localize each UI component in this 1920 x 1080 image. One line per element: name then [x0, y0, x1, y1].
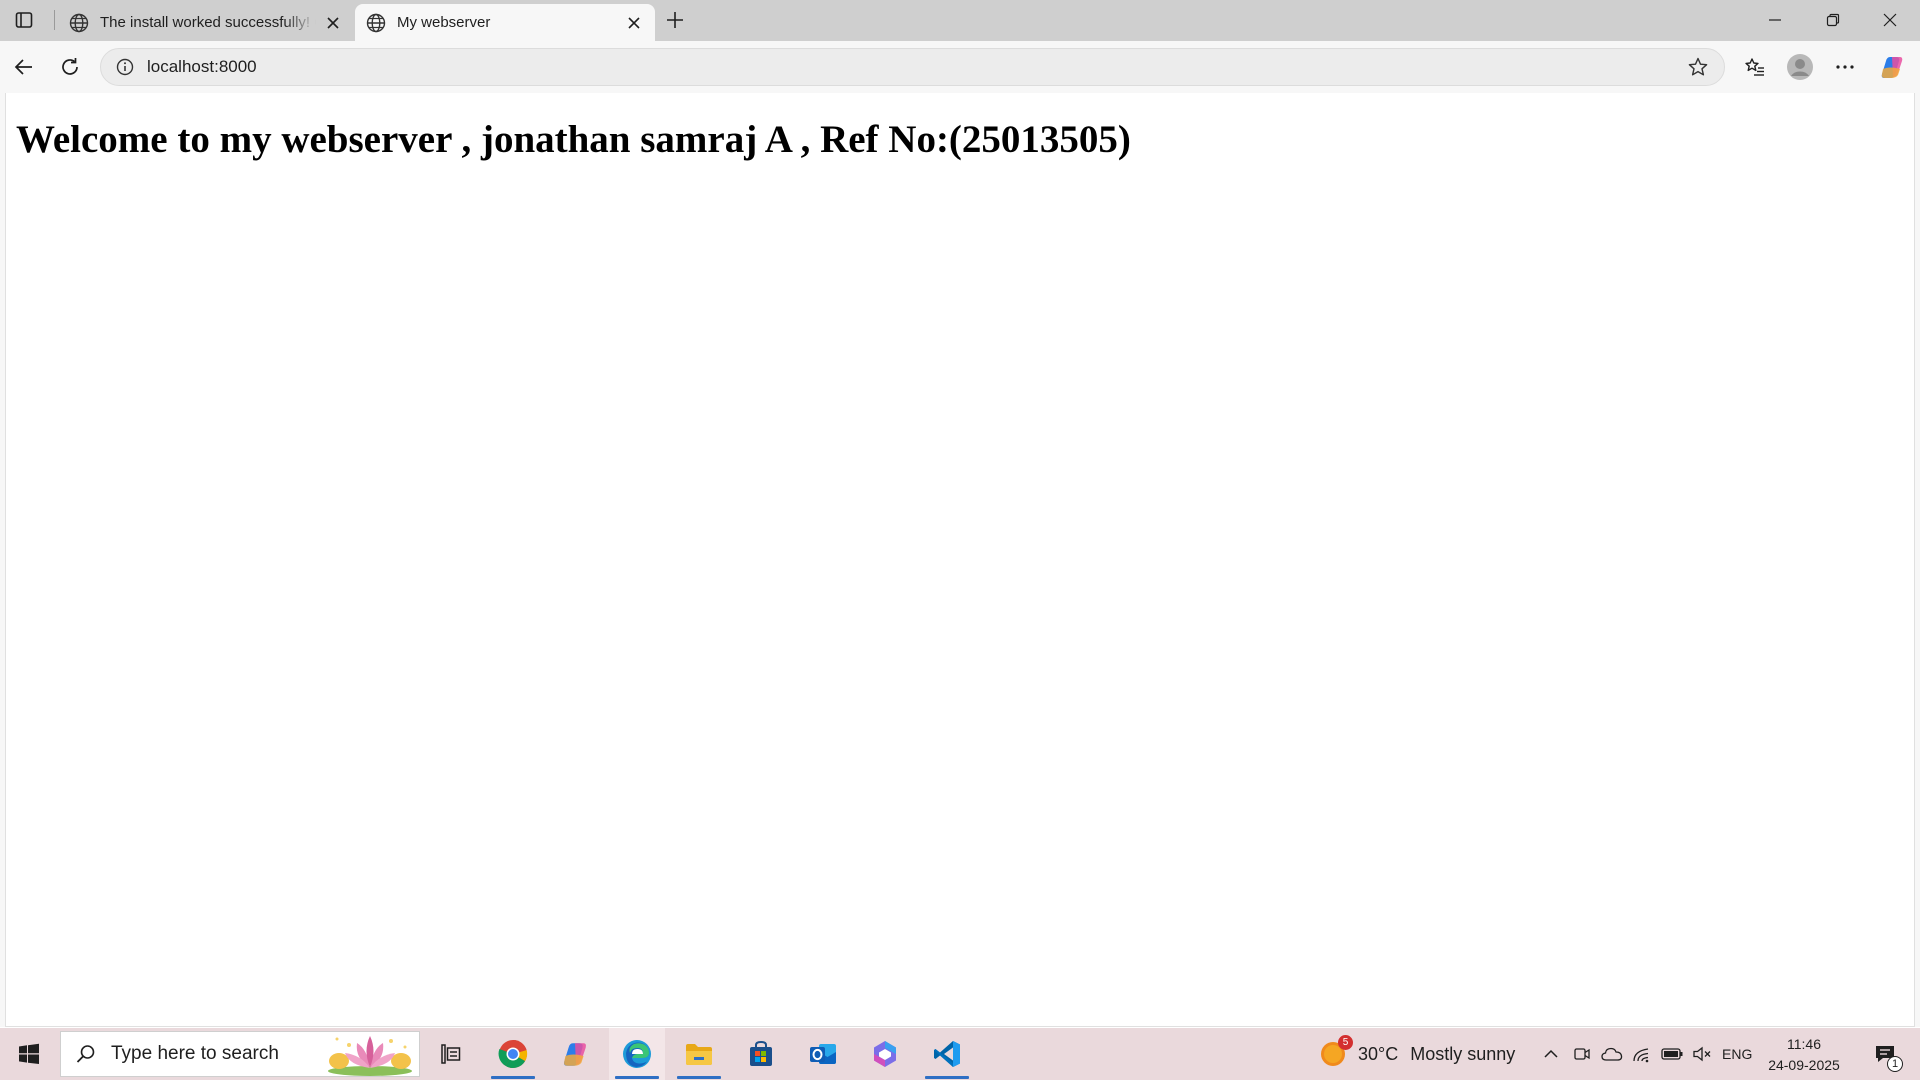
taskbar-app-microsoft-store[interactable] [733, 1028, 789, 1080]
minimize-button[interactable] [1747, 0, 1803, 40]
favorite-button[interactable] [1678, 49, 1718, 85]
taskbar-app-vscode[interactable] [919, 1028, 975, 1080]
taskbar-app-outlook[interactable] [795, 1028, 851, 1080]
page-heading: Welcome to my webserver , jonathan samra… [16, 118, 1131, 161]
task-view-button[interactable] [423, 1028, 479, 1080]
notification-count-badge: 1 [1887, 1056, 1903, 1072]
globe-icon [69, 13, 89, 32]
restore-button[interactable] [1805, 0, 1861, 40]
weather-widget[interactable]: 5 30°C Mostly sunny [1318, 1028, 1515, 1080]
taskbar-app-edge[interactable] [609, 1028, 665, 1080]
page-viewport: Welcome to my webserver , jonathan samra… [5, 93, 1915, 1027]
clock-time: 11:46 [1787, 1036, 1821, 1052]
microsoft-store-icon [750, 1040, 772, 1066]
vscode-icon [934, 1041, 960, 1067]
battery-icon [1661, 1048, 1683, 1060]
close-window-button[interactable] [1862, 0, 1918, 40]
minimize-icon [1769, 19, 1781, 21]
more-dots-icon [1836, 65, 1854, 69]
show-hidden-icons-button[interactable] [1536, 1028, 1566, 1080]
onedrive-cloud-icon [1601, 1047, 1623, 1061]
meet-now-tray-button[interactable] [1568, 1028, 1596, 1080]
file-explorer-icon [686, 1044, 712, 1065]
close-icon [1883, 13, 1897, 27]
favorites-list-icon [1745, 58, 1764, 76]
close-tab-button[interactable] [623, 12, 645, 34]
star-icon [1688, 57, 1708, 76]
network-tray-button[interactable] [1628, 1028, 1656, 1080]
copilot-icon [1881, 57, 1903, 78]
windows-taskbar: Type here to search 5 30°C Mostly sunny … [0, 1028, 1920, 1080]
profile-button[interactable] [1782, 49, 1818, 85]
weather-condition: Mostly sunny [1410, 1043, 1516, 1064]
windows-logo-icon [19, 1043, 39, 1064]
address-bar[interactable]: localhost:8000 [100, 48, 1725, 86]
meet-now-icon [1574, 1048, 1590, 1060]
volume-tray-button[interactable] [1688, 1028, 1716, 1080]
back-button[interactable] [6, 49, 42, 85]
refresh-button[interactable] [52, 49, 88, 85]
info-icon [116, 58, 134, 76]
copilot-sidebar-button[interactable] [1874, 49, 1910, 85]
url-text[interactable]: localhost:8000 [145, 57, 1678, 77]
battery-tray-button[interactable] [1658, 1028, 1686, 1080]
chrome-icon [498, 1039, 528, 1069]
tab-title: The install worked successfully! Congrat… [100, 14, 316, 31]
input-language-indicator[interactable]: ENG [1722, 1028, 1752, 1080]
new-tab-button[interactable] [660, 6, 690, 34]
copilot-icon [564, 1043, 586, 1066]
close-icon [327, 16, 339, 29]
taskbar-app-copilot[interactable] [547, 1028, 603, 1080]
close-tab-button[interactable] [322, 12, 344, 34]
tab-actions-button[interactable] [8, 6, 40, 34]
restore-icon [1826, 13, 1840, 27]
tab-actions-icon [15, 12, 33, 28]
site-info-button[interactable] [105, 49, 145, 85]
search-icon [61, 1043, 111, 1065]
volume-muted-icon [1693, 1046, 1711, 1062]
tab-install-success[interactable]: The install worked successfully! Congrat… [58, 4, 354, 41]
start-button[interactable] [0, 1028, 58, 1080]
taskbar-clock[interactable]: 11:46 24-09-2025 [1764, 1034, 1844, 1076]
tab-title: My webserver [397, 14, 491, 31]
taskbar-search[interactable]: Type here to search [60, 1031, 420, 1077]
globe-icon [366, 13, 386, 32]
taskbar-app-chrome[interactable] [485, 1028, 541, 1080]
settings-more-button[interactable] [1827, 49, 1863, 85]
avatar [1787, 54, 1813, 80]
weather-badge: 5 [1338, 1035, 1353, 1050]
onedrive-tray-button[interactable] [1598, 1028, 1626, 1080]
chevron-up-icon [1544, 1049, 1558, 1058]
clock-date: 24-09-2025 [1768, 1057, 1840, 1073]
m365-copilot-icon [874, 1041, 896, 1067]
wifi-icon [1633, 1048, 1649, 1063]
edge-icon [623, 1040, 651, 1068]
search-placeholder[interactable]: Type here to search [111, 1043, 325, 1065]
favorites-button[interactable] [1737, 49, 1773, 85]
browser-toolbar: localhost:8000 [0, 41, 1920, 93]
outlook-icon [810, 1044, 836, 1064]
tab-strip: The install worked successfully! Congrat… [0, 0, 1920, 41]
back-arrow-icon [14, 59, 32, 75]
search-highlight-lotus-icon [328, 1036, 412, 1076]
task-view-icon [441, 1044, 461, 1064]
plus-icon [667, 12, 683, 28]
tab-my-webserver[interactable]: My webserver [355, 4, 655, 41]
notification-center-button[interactable]: 1 [1862, 1028, 1908, 1080]
weather-temperature: 30°C [1358, 1043, 1399, 1064]
close-icon [628, 16, 640, 29]
weather-sun-icon: 5 [1318, 1035, 1353, 1069]
taskbar-app-file-explorer[interactable] [671, 1028, 727, 1080]
taskbar-app-m365-copilot[interactable] [857, 1028, 913, 1080]
refresh-icon [62, 58, 78, 75]
tab-separator [54, 10, 55, 30]
